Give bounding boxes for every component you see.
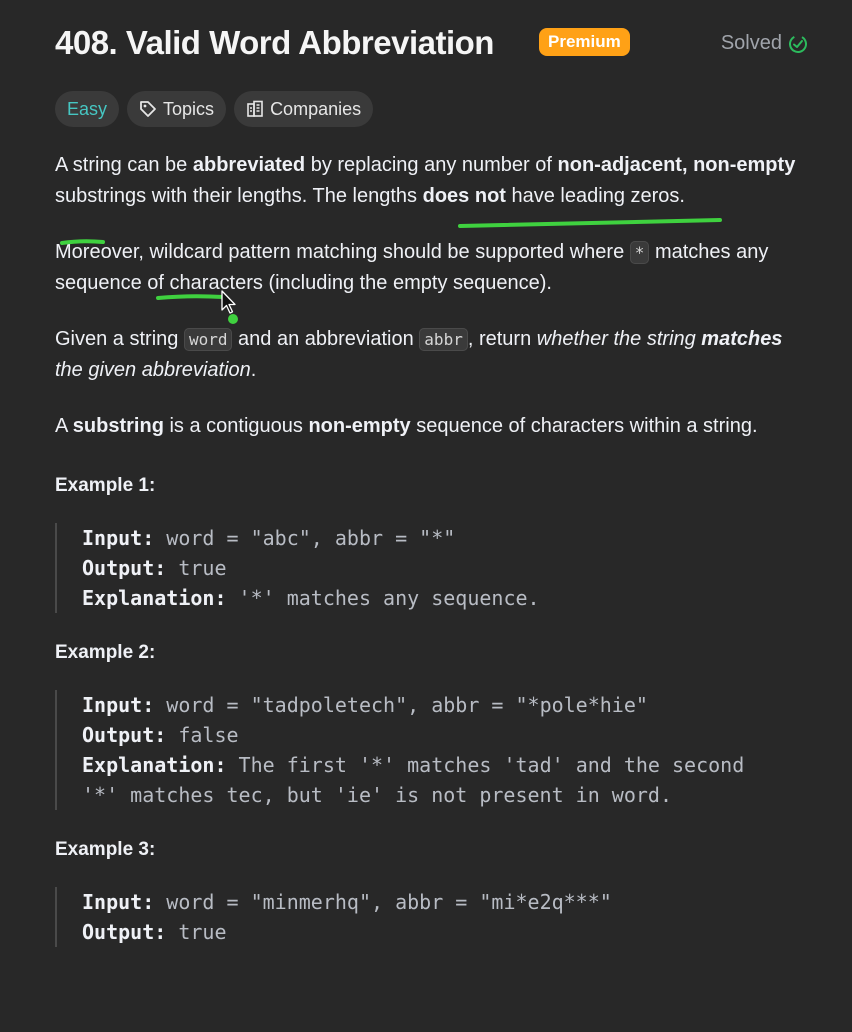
inline-code-abbr: abbr bbox=[419, 328, 468, 351]
solved-status: Solved bbox=[721, 32, 808, 55]
building-icon bbox=[247, 100, 263, 117]
example-3-title: Example 3: bbox=[55, 839, 156, 860]
example-2-block: Input: word = "tadpoletech", abbr = "*po… bbox=[55, 690, 815, 810]
companies-button[interactable]: Companies bbox=[234, 91, 374, 127]
description-paragraph-2: Moreover, wildcard pattern matching shou… bbox=[55, 241, 769, 294]
description-paragraph-1: A string can be abbreviated by replacing… bbox=[55, 154, 796, 207]
problem-header: 408. Valid Word Abbreviation Premium Sol… bbox=[55, 24, 808, 66]
description-paragraph-4: A substring is a contiguous non-empty se… bbox=[55, 415, 758, 437]
example-3-block: Input: word = "minmerhq", abbr = "mi*e2q… bbox=[55, 887, 815, 947]
companies-label: Companies bbox=[270, 98, 362, 119]
topics-button[interactable]: Topics bbox=[127, 91, 227, 127]
problem-title: 408. Valid Word Abbreviation bbox=[55, 24, 494, 61]
check-circle-icon bbox=[789, 34, 807, 53]
example-1-title: Example 1: bbox=[55, 475, 156, 496]
solved-label: Solved bbox=[720, 32, 782, 54]
tag-icon bbox=[140, 101, 156, 117]
problem-description-panel: 408. Valid Word Abbreviation Premium Sol… bbox=[0, 0, 852, 1032]
example-2-title: Example 2: bbox=[55, 642, 156, 663]
tag-bar: Easy Topics Companies bbox=[55, 91, 374, 127]
example-1-block: Input: word = "abc", abbr = "*" Output: … bbox=[55, 523, 815, 613]
topics-label: Topics bbox=[163, 98, 215, 119]
difficulty-badge[interactable]: Easy bbox=[55, 91, 120, 127]
inline-code-star: * bbox=[629, 241, 650, 264]
problem-content: A string can be abbreviated by replacing… bbox=[55, 150, 815, 971]
premium-badge[interactable]: Premium bbox=[539, 28, 630, 56]
description-paragraph-3: Given a string word and an abbreviation … bbox=[55, 328, 783, 381]
inline-code-word: word bbox=[183, 328, 233, 351]
